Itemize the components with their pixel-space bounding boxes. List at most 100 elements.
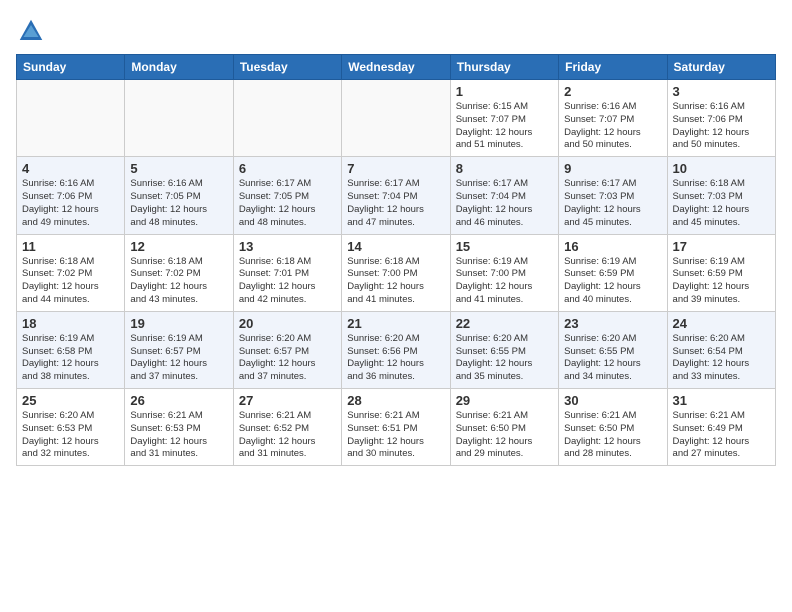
day-info: Sunrise: 6:18 AM Sunset: 7:01 PM Dayligh… (239, 256, 336, 307)
calendar-cell: 29 Sunrise: 6:21 AM Sunset: 6:50 PM Dayli… (450, 389, 558, 466)
logo-icon (16, 16, 46, 46)
day-info: Sunrise: 6:15 AM Sunset: 7:07 PM Dayligh… (456, 101, 553, 152)
calendar-week-row: 1Sunrise: 6:15 AM Sunset: 7:07 PM Daylig… (17, 80, 776, 157)
day-info: Sunrise: 6:16 AM Sunset: 7:06 PM Dayligh… (673, 101, 770, 152)
day-info: Sunrise: 6:18 AM Sunset: 7:02 PM Dayligh… (130, 256, 227, 307)
day-info: Sunrise: 6:17 AM Sunset: 7:04 PM Dayligh… (456, 178, 553, 229)
day-info: Sunrise: 6:18 AM Sunset: 7:02 PM Dayligh… (22, 256, 119, 307)
day-number: 13 (239, 239, 336, 254)
day-number: 11 (22, 239, 119, 254)
day-number: 3 (673, 84, 770, 99)
day-info: Sunrise: 6:18 AM Sunset: 7:00 PM Dayligh… (347, 256, 444, 307)
day-info: Sunrise: 6:19 AM Sunset: 6:58 PM Dayligh… (22, 333, 119, 384)
day-number: 25 (22, 393, 119, 408)
day-number: 30 (564, 393, 661, 408)
calendar-cell: 26 Sunrise: 6:21 AM Sunset: 6:53 PM Dayli… (125, 389, 233, 466)
day-info: Sunrise: 6:20 AM Sunset: 6:55 PM Dayligh… (564, 333, 661, 384)
day-number: 29 (456, 393, 553, 408)
calendar-cell: 23 Sunrise: 6:20 AM Sunset: 6:55 PM Dayli… (559, 311, 667, 388)
day-info: Sunrise: 6:21 AM Sunset: 6:53 PM Dayligh… (130, 410, 227, 461)
day-info: Sunrise: 6:19 AM Sunset: 6:59 PM Dayligh… (564, 256, 661, 307)
day-header-saturday: Saturday (667, 55, 775, 80)
calendar-cell: 21 Sunrise: 6:20 AM Sunset: 6:56 PM Dayli… (342, 311, 450, 388)
day-info: Sunrise: 6:21 AM Sunset: 6:50 PM Dayligh… (456, 410, 553, 461)
day-number: 26 (130, 393, 227, 408)
day-info: Sunrise: 6:20 AM Sunset: 6:57 PM Dayligh… (239, 333, 336, 384)
calendar-cell: 16 Sunrise: 6:19 AM Sunset: 6:59 PM Dayli… (559, 234, 667, 311)
calendar-table: SundayMondayTuesdayWednesdayThursdayFrid… (16, 54, 776, 466)
calendar-cell: 15Sunrise: 6:19 AM Sunset: 7:00 PM Dayli… (450, 234, 558, 311)
day-header-friday: Friday (559, 55, 667, 80)
day-number: 15 (456, 239, 553, 254)
calendar-cell: 10 Sunrise: 6:18 AM Sunset: 7:03 PM Dayli… (667, 157, 775, 234)
calendar-header-row: SundayMondayTuesdayWednesdayThursdayFrid… (17, 55, 776, 80)
calendar-cell: 11 Sunrise: 6:18 AM Sunset: 7:02 PM Dayli… (17, 234, 125, 311)
calendar-week-row: 18Sunrise: 6:19 AM Sunset: 6:58 PM Dayli… (17, 311, 776, 388)
day-info: Sunrise: 6:20 AM Sunset: 6:53 PM Dayligh… (22, 410, 119, 461)
day-info: Sunrise: 6:17 AM Sunset: 7:03 PM Dayligh… (564, 178, 661, 229)
calendar-cell: 12 Sunrise: 6:18 AM Sunset: 7:02 PM Dayli… (125, 234, 233, 311)
day-info: Sunrise: 6:19 AM Sunset: 6:59 PM Dayligh… (673, 256, 770, 307)
day-info: Sunrise: 6:20 AM Sunset: 6:54 PM Dayligh… (673, 333, 770, 384)
calendar-cell (125, 80, 233, 157)
calendar-cell: 3 Sunrise: 6:16 AM Sunset: 7:06 PM Daylig… (667, 80, 775, 157)
calendar-cell: 13 Sunrise: 6:18 AM Sunset: 7:01 PM Dayli… (233, 234, 341, 311)
calendar-cell: 31 Sunrise: 6:21 AM Sunset: 6:49 PM Dayli… (667, 389, 775, 466)
day-info: Sunrise: 6:21 AM Sunset: 6:52 PM Dayligh… (239, 410, 336, 461)
calendar-cell: 19 Sunrise: 6:19 AM Sunset: 6:57 PM Dayli… (125, 311, 233, 388)
day-header-tuesday: Tuesday (233, 55, 341, 80)
day-number: 4 (22, 161, 119, 176)
calendar-cell: 14 Sunrise: 6:18 AM Sunset: 7:00 PM Dayli… (342, 234, 450, 311)
day-number: 31 (673, 393, 770, 408)
day-info: Sunrise: 6:17 AM Sunset: 7:05 PM Dayligh… (239, 178, 336, 229)
day-number: 2 (564, 84, 661, 99)
calendar-cell: 27 Sunrise: 6:21 AM Sunset: 6:52 PM Dayli… (233, 389, 341, 466)
day-info: Sunrise: 6:17 AM Sunset: 7:04 PM Dayligh… (347, 178, 444, 229)
day-number: 14 (347, 239, 444, 254)
day-number: 5 (130, 161, 227, 176)
day-number: 17 (673, 239, 770, 254)
calendar-cell: 8 Sunrise: 6:17 AM Sunset: 7:04 PM Daylig… (450, 157, 558, 234)
day-number: 19 (130, 316, 227, 331)
day-info: Sunrise: 6:20 AM Sunset: 6:55 PM Dayligh… (456, 333, 553, 384)
day-header-wednesday: Wednesday (342, 55, 450, 80)
day-number: 9 (564, 161, 661, 176)
calendar-cell: 20Sunrise: 6:20 AM Sunset: 6:57 PM Dayli… (233, 311, 341, 388)
day-header-thursday: Thursday (450, 55, 558, 80)
calendar-cell: 2 Sunrise: 6:16 AM Sunset: 7:07 PM Daylig… (559, 80, 667, 157)
day-number: 27 (239, 393, 336, 408)
day-number: 8 (456, 161, 553, 176)
day-number: 16 (564, 239, 661, 254)
calendar-cell: 9 Sunrise: 6:17 AM Sunset: 7:03 PM Daylig… (559, 157, 667, 234)
day-info: Sunrise: 6:20 AM Sunset: 6:56 PM Dayligh… (347, 333, 444, 384)
calendar-cell: 17 Sunrise: 6:19 AM Sunset: 6:59 PM Dayli… (667, 234, 775, 311)
day-info: Sunrise: 6:16 AM Sunset: 7:06 PM Dayligh… (22, 178, 119, 229)
calendar-cell: 30 Sunrise: 6:21 AM Sunset: 6:50 PM Dayli… (559, 389, 667, 466)
day-info: Sunrise: 6:16 AM Sunset: 7:05 PM Dayligh… (130, 178, 227, 229)
calendar-cell: 24Sunrise: 6:20 AM Sunset: 6:54 PM Dayli… (667, 311, 775, 388)
calendar-cell: 5 Sunrise: 6:16 AM Sunset: 7:05 PM Daylig… (125, 157, 233, 234)
day-header-sunday: Sunday (17, 55, 125, 80)
calendar-week-row: 4 Sunrise: 6:16 AM Sunset: 7:06 PM Daylig… (17, 157, 776, 234)
day-info: Sunrise: 6:18 AM Sunset: 7:03 PM Dayligh… (673, 178, 770, 229)
day-number: 12 (130, 239, 227, 254)
day-info: Sunrise: 6:21 AM Sunset: 6:51 PM Dayligh… (347, 410, 444, 461)
day-number: 23 (564, 316, 661, 331)
day-info: Sunrise: 6:19 AM Sunset: 6:57 PM Dayligh… (130, 333, 227, 384)
day-info: Sunrise: 6:16 AM Sunset: 7:07 PM Dayligh… (564, 101, 661, 152)
logo (16, 16, 50, 46)
day-info: Sunrise: 6:21 AM Sunset: 6:49 PM Dayligh… (673, 410, 770, 461)
day-number: 6 (239, 161, 336, 176)
page-header (16, 16, 776, 46)
calendar-cell (342, 80, 450, 157)
calendar-cell: 28 Sunrise: 6:21 AM Sunset: 6:51 PM Dayli… (342, 389, 450, 466)
calendar-cell: 18Sunrise: 6:19 AM Sunset: 6:58 PM Dayli… (17, 311, 125, 388)
day-number: 10 (673, 161, 770, 176)
calendar-cell: 25 Sunrise: 6:20 AM Sunset: 6:53 PM Dayli… (17, 389, 125, 466)
calendar-cell: 4 Sunrise: 6:16 AM Sunset: 7:06 PM Daylig… (17, 157, 125, 234)
day-number: 21 (347, 316, 444, 331)
calendar-cell (233, 80, 341, 157)
day-info: Sunrise: 6:21 AM Sunset: 6:50 PM Dayligh… (564, 410, 661, 461)
day-number: 28 (347, 393, 444, 408)
calendar-week-row: 25 Sunrise: 6:20 AM Sunset: 6:53 PM Dayli… (17, 389, 776, 466)
